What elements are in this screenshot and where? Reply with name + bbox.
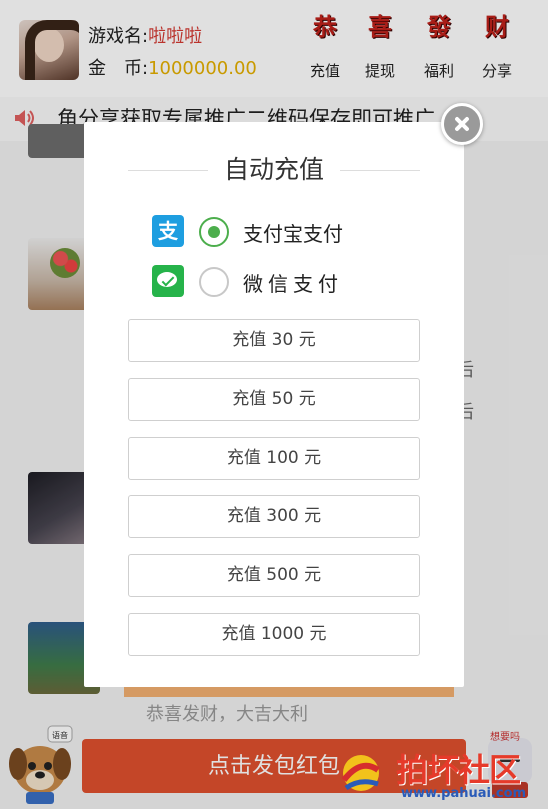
recharge-300-button[interactable]: 充值 300 元	[128, 495, 420, 538]
wechat-pay-radio[interactable]	[199, 267, 229, 297]
wechat-pay-option[interactable]: 微信支付	[152, 265, 392, 299]
watermark-logo-icon	[341, 755, 380, 791]
alipay-label: 支付宝支付	[243, 222, 343, 246]
close-dialog-button[interactable]	[441, 103, 483, 145]
recharge-100-button[interactable]: 充值 100 元	[128, 437, 420, 480]
recharge-30-button[interactable]: 充值 30 元	[128, 319, 420, 362]
wechat-pay-label: 微信支付	[243, 272, 343, 296]
dialog-title-row: 自动充值	[128, 150, 420, 188]
alipay-icon: 支	[152, 215, 184, 247]
dialog-title: 自动充值	[223, 155, 324, 184]
watermark-url: www.pahuai.com	[401, 786, 527, 801]
recharge-50-button[interactable]: 充值 50 元	[128, 378, 420, 421]
recharge-500-button[interactable]: 充值 500 元	[128, 554, 420, 597]
alipay-radio[interactable]	[199, 217, 229, 247]
recharge-dialog: 自动充值 支 支付宝支付 微信支付 充值 30 元 充值 50 元 充值 100…	[84, 122, 464, 687]
title-divider-right	[340, 170, 420, 171]
recharge-1000-button[interactable]: 充值 1000 元	[128, 613, 420, 656]
watermark-title: 拍坏社区	[396, 751, 521, 789]
wechat-pay-icon	[152, 265, 184, 297]
alipay-option[interactable]: 支 支付宝支付	[152, 215, 392, 249]
